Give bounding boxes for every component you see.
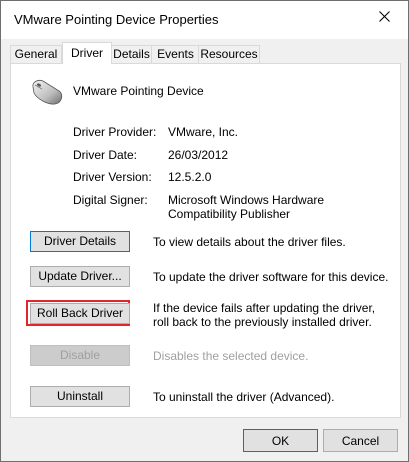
ok-button[interactable]: OK xyxy=(243,429,318,452)
update-driver-button[interactable]: Update Driver... xyxy=(30,266,130,287)
driver-panel: VMware Pointing Device Driver Provider: … xyxy=(10,63,401,418)
window-title: VMware Pointing Device Properties xyxy=(14,12,219,27)
cancel-button[interactable]: Cancel xyxy=(323,429,398,452)
disable-description: Disables the selected device. xyxy=(153,349,309,363)
signer-value: Microsoft Windows Hardware Compatibility… xyxy=(168,193,325,221)
device-name: VMware Pointing Device xyxy=(73,84,204,98)
tab-details[interactable]: Details xyxy=(110,45,153,63)
disable-button[interactable]: Disable xyxy=(30,345,130,366)
tab-resources[interactable]: Resources xyxy=(198,45,260,63)
driver-details-description: To view details about the driver files. xyxy=(153,235,346,249)
roll-back-driver-button[interactable]: Roll Back Driver xyxy=(30,303,130,324)
uninstall-button[interactable]: Uninstall xyxy=(30,386,130,407)
date-value: 26/03/2012 xyxy=(168,148,229,162)
date-label: Driver Date: xyxy=(73,148,138,162)
roll-back-description: If the device fails after updating the d… xyxy=(153,301,376,329)
signer-label: Digital Signer: xyxy=(73,193,148,207)
uninstall-description: To uninstall the driver (Advanced). xyxy=(153,390,335,404)
version-value: 12.5.2.0 xyxy=(168,170,212,184)
properties-dialog: VMware Pointing Device Properties Genera… xyxy=(0,0,409,462)
tab-general[interactable]: General xyxy=(10,45,62,63)
version-label: Driver Version: xyxy=(73,170,152,184)
update-driver-description: To update the driver software for this d… xyxy=(153,270,389,284)
mouse-icon xyxy=(32,79,63,105)
title-bar[interactable]: VMware Pointing Device Properties xyxy=(1,1,408,39)
provider-value: VMware, Inc. xyxy=(168,125,239,139)
tab-driver[interactable]: Driver xyxy=(62,42,112,64)
close-icon xyxy=(379,11,390,22)
provider-label: Driver Provider: xyxy=(73,125,157,139)
driver-details-button[interactable]: Driver Details xyxy=(30,231,130,252)
close-button[interactable] xyxy=(362,1,408,33)
tab-events[interactable]: Events xyxy=(151,45,200,63)
